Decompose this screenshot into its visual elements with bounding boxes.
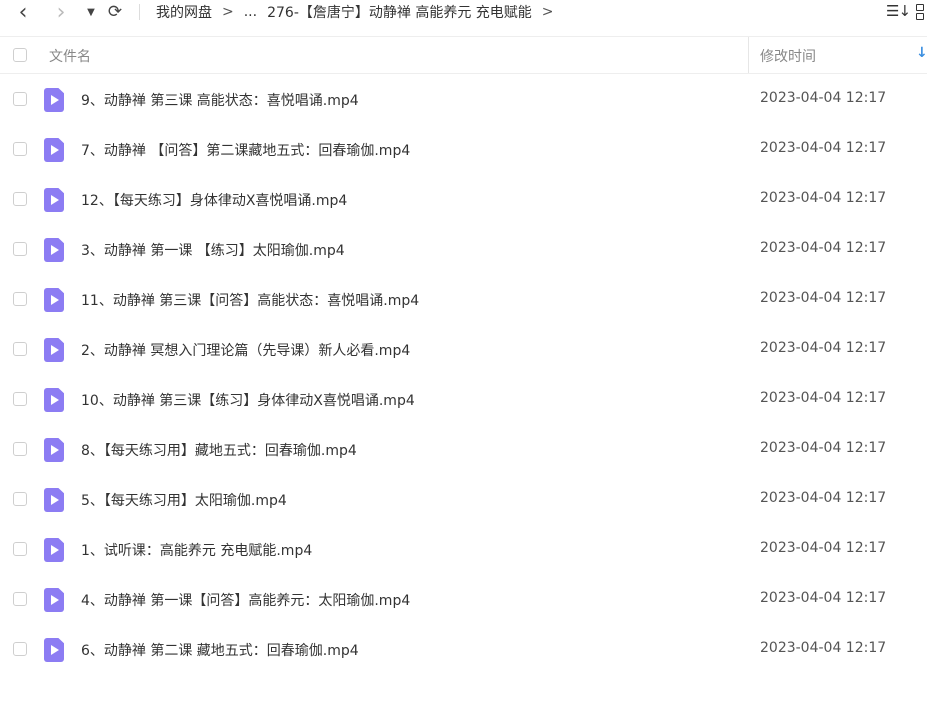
file-row[interactable]: 12、【每天练习】身体律动X喜悦唱诵.mp4 2023-04-04 12:17 (0, 175, 927, 225)
file-modified-time: 2023-04-04 12:17 (760, 590, 887, 606)
file-row[interactable]: 7、动静禅 【问答】第二课藏地五式：回春瑜伽.mp4 2023-04-04 12:… (0, 125, 927, 175)
file-name[interactable]: 12、【每天练习】身体律动X喜悦唱诵.mp4 (81, 190, 347, 210)
file-modified-time: 2023-04-04 12:17 (760, 490, 887, 506)
file-row[interactable]: 6、动静禅 第二课 藏地五式：回春瑜伽.mp4 2023-04-04 12:17 (0, 625, 927, 675)
file-row[interactable]: 8、【每天练习用】藏地五式：回春瑜伽.mp4 2023-04-04 12:17 (0, 425, 927, 475)
file-checkbox[interactable] (13, 142, 27, 156)
file-row[interactable]: 4、动静禅 第一课【问答】高能养元：太阳瑜伽.mp4 2023-04-04 12:… (0, 575, 927, 625)
refresh-icon[interactable]: ⟳ (104, 0, 126, 24)
video-file-icon (44, 538, 64, 562)
play-icon (51, 645, 59, 655)
grid-view-icon[interactable] (916, 4, 927, 20)
file-list: 9、动静禅 第三课 高能状态：喜悦唱诵.mp4 2023-04-04 12:17 7… (0, 75, 927, 675)
sort-icon[interactable]: ☰↓ (886, 2, 911, 20)
file-modified-time: 2023-04-04 12:17 (760, 290, 887, 306)
breadcrumb-my-drive[interactable]: 我的网盘 (156, 2, 212, 22)
file-checkbox[interactable] (13, 92, 27, 106)
file-checkbox[interactable] (13, 642, 27, 656)
file-modified-time: 2023-04-04 12:17 (760, 140, 887, 156)
file-modified-time: 2023-04-04 12:17 (760, 240, 887, 256)
video-file-icon (44, 588, 64, 612)
video-file-icon (44, 488, 64, 512)
select-all-checkbox[interactable] (13, 48, 27, 62)
breadcrumb-separator[interactable]: > (542, 4, 554, 20)
video-file-icon (44, 88, 64, 112)
video-file-icon (44, 338, 64, 362)
play-icon (51, 245, 59, 255)
breadcrumb-ellipsis[interactable]: ... (244, 4, 257, 20)
forward-arrow-icon[interactable]: › (50, 0, 72, 25)
file-row[interactable]: 1、试听课：高能养元 充电赋能.mp4 2023-04-04 12:17 (0, 525, 927, 575)
video-file-icon (44, 388, 64, 412)
file-checkbox[interactable] (13, 292, 27, 306)
play-icon (51, 195, 59, 205)
file-name[interactable]: 9、动静禅 第三课 高能状态：喜悦唱诵.mp4 (81, 90, 359, 110)
file-row[interactable]: 9、动静禅 第三课 高能状态：喜悦唱诵.mp4 2023-04-04 12:17 (0, 75, 927, 125)
file-list-header: 文件名 修改时间 ↓ (0, 36, 927, 74)
file-checkbox[interactable] (13, 542, 27, 556)
history-dropdown-icon[interactable]: ▼ (80, 0, 102, 24)
file-modified-time: 2023-04-04 12:17 (760, 190, 887, 206)
file-name[interactable]: 1、试听课：高能养元 充电赋能.mp4 (81, 540, 312, 560)
breadcrumb: 我的网盘 > ... 276-【詹唐宁】动静禅 高能养元 充电赋能 > (156, 2, 554, 22)
file-modified-time: 2023-04-04 12:17 (760, 90, 887, 106)
column-header-modified-time[interactable]: 修改时间 (760, 46, 816, 66)
file-modified-time: 2023-04-04 12:17 (760, 390, 887, 406)
video-file-icon (44, 138, 64, 162)
play-icon (51, 445, 59, 455)
file-modified-time: 2023-04-04 12:17 (760, 440, 887, 456)
column-divider[interactable] (748, 37, 749, 73)
toolbar: ‹ › ▼ ⟳ 我的网盘 > ... 276-【詹唐宁】动静禅 高能养元 充电赋… (0, 0, 927, 34)
play-icon (51, 145, 59, 155)
video-file-icon (44, 238, 64, 262)
video-file-icon (44, 288, 64, 312)
play-icon (51, 545, 59, 555)
file-modified-time: 2023-04-04 12:17 (760, 340, 887, 356)
breadcrumb-current-folder[interactable]: 276-【詹唐宁】动静禅 高能养元 充电赋能 (267, 2, 532, 22)
file-row[interactable]: 3、动静禅 第一课 【练习】太阳瑜伽.mp4 2023-04-04 12:17 (0, 225, 927, 275)
play-icon (51, 495, 59, 505)
toolbar-divider (139, 4, 140, 20)
file-checkbox[interactable] (13, 342, 27, 356)
file-name[interactable]: 2、动静禅 冥想入门理论篇（先导课）新人必看.mp4 (81, 340, 410, 360)
back-arrow-icon[interactable]: ‹ (12, 0, 34, 25)
play-icon (51, 395, 59, 405)
file-row[interactable]: 10、动静禅 第三课【练习】身体律动X喜悦唱诵.mp4 2023-04-04 12… (0, 375, 927, 425)
file-checkbox[interactable] (13, 242, 27, 256)
sort-descending-icon[interactable]: ↓ (916, 45, 927, 61)
file-row[interactable]: 5、【每天练习用】太阳瑜伽.mp4 2023-04-04 12:17 (0, 475, 927, 525)
file-checkbox[interactable] (13, 192, 27, 206)
file-name[interactable]: 6、动静禅 第二课 藏地五式：回春瑜伽.mp4 (81, 640, 359, 660)
file-row[interactable]: 2、动静禅 冥想入门理论篇（先导课）新人必看.mp4 2023-04-04 12:… (0, 325, 927, 375)
breadcrumb-separator: > (222, 4, 234, 20)
file-name[interactable]: 8、【每天练习用】藏地五式：回春瑜伽.mp4 (81, 440, 357, 460)
file-checkbox[interactable] (13, 592, 27, 606)
play-icon (51, 345, 59, 355)
file-modified-time: 2023-04-04 12:17 (760, 540, 887, 556)
play-icon (51, 295, 59, 305)
file-name[interactable]: 11、动静禅 第三课【问答】高能状态：喜悦唱诵.mp4 (81, 290, 419, 310)
play-icon (51, 595, 59, 605)
column-header-name[interactable]: 文件名 (49, 46, 91, 66)
file-checkbox[interactable] (13, 492, 27, 506)
file-name[interactable]: 10、动静禅 第三课【练习】身体律动X喜悦唱诵.mp4 (81, 390, 415, 410)
video-file-icon (44, 438, 64, 462)
file-name[interactable]: 7、动静禅 【问答】第二课藏地五式：回春瑜伽.mp4 (81, 140, 410, 160)
file-checkbox[interactable] (13, 442, 27, 456)
file-row[interactable]: 11、动静禅 第三课【问答】高能状态：喜悦唱诵.mp4 2023-04-04 12… (0, 275, 927, 325)
play-icon (51, 95, 59, 105)
file-name[interactable]: 3、动静禅 第一课 【练习】太阳瑜伽.mp4 (81, 240, 345, 260)
file-name[interactable]: 5、【每天练习用】太阳瑜伽.mp4 (81, 490, 287, 510)
file-name[interactable]: 4、动静禅 第一课【问答】高能养元：太阳瑜伽.mp4 (81, 590, 410, 610)
video-file-icon (44, 638, 64, 662)
file-modified-time: 2023-04-04 12:17 (760, 640, 887, 656)
file-checkbox[interactable] (13, 392, 27, 406)
video-file-icon (44, 188, 64, 212)
